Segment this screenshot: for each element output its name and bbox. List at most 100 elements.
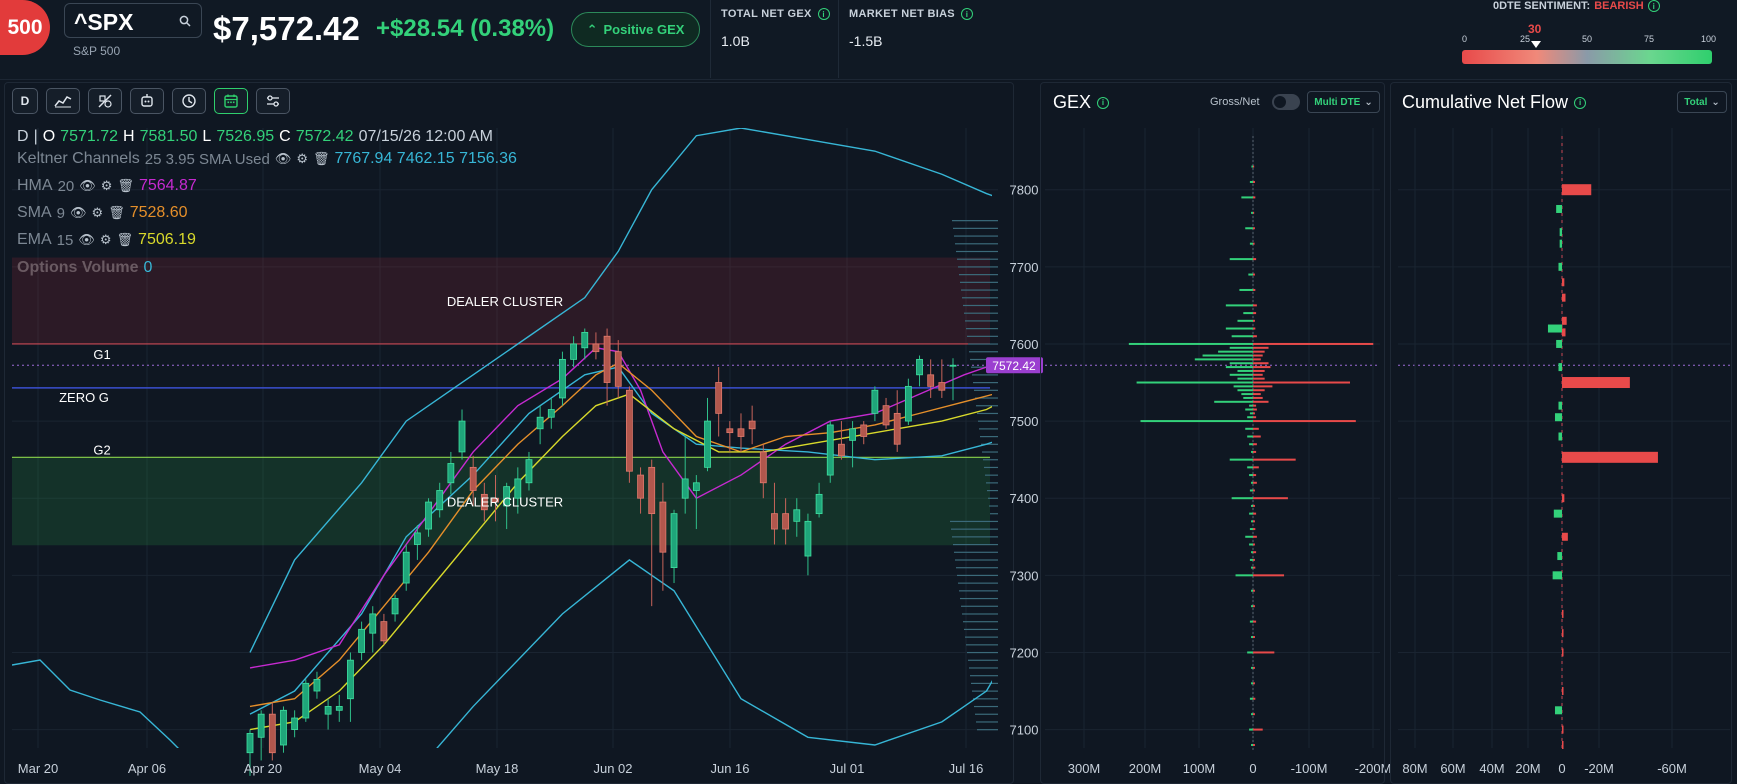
volume-profile-bar <box>960 281 998 283</box>
trash-icon[interactable]: 🗑 <box>117 232 134 248</box>
volume-profile-bar <box>953 227 998 229</box>
candle <box>737 428 745 437</box>
zero-g-label: ZERO G <box>59 390 109 405</box>
history-icon[interactable] <box>172 88 206 114</box>
volume-profile-bar <box>957 258 998 260</box>
volume-profile-bar <box>950 520 998 523</box>
gear-icon[interactable]: ⚙ <box>100 232 112 248</box>
info-icon[interactable]: i <box>1574 96 1587 109</box>
volume-profile-bar <box>952 536 998 538</box>
drawing-tools-icon[interactable] <box>88 88 122 114</box>
x-tick-label: Jun 16 <box>710 761 749 776</box>
candle <box>324 706 332 715</box>
eye-icon[interactable]: 👁 <box>78 232 95 248</box>
candle <box>447 463 455 484</box>
candle <box>759 451 767 484</box>
line-chart-icon[interactable] <box>46 88 80 114</box>
volume-profile-bar <box>990 513 998 515</box>
candle <box>904 385 912 422</box>
ohlc-date: 07/15/26 12:00 AM <box>358 128 493 145</box>
keltner-values: 7767.94 7462.15 7156.36 <box>334 150 517 167</box>
volume-profile-bar <box>958 266 998 268</box>
trash-icon[interactable]: 🗑 <box>108 205 125 221</box>
candle <box>291 717 299 730</box>
volume-profile-bar <box>969 667 998 669</box>
volume-profile-bar <box>956 567 998 569</box>
flow-title: Cumulative Net Flow i <box>1402 92 1587 113</box>
keltner-legend[interactable]: Keltner Channels 25 3.95 SMA Used 👁 ⚙ 🗑 776… <box>17 150 517 168</box>
y-tick-label: 7800 <box>1010 183 1039 198</box>
sma-value: 7528.60 <box>129 204 188 221</box>
y-tick-label: 7400 <box>1010 491 1039 506</box>
gear-icon[interactable]: ⚙ <box>296 151 308 167</box>
candle <box>369 613 377 634</box>
candle <box>592 343 600 353</box>
y-tick-label: 7600 <box>1010 337 1039 352</box>
g2-label: G2 <box>93 442 110 457</box>
dealer-cluster-label-bottom: DEALER CLUSTER <box>447 494 563 509</box>
candle <box>402 551 410 584</box>
volume-profile-bar <box>960 597 998 600</box>
volume-profile-bar <box>954 235 998 237</box>
hma-legend[interactable]: HMA 20 👁 ⚙ 🗑 7564.87 <box>17 177 197 195</box>
hma-value: 7564.87 <box>138 177 197 194</box>
ohlc-open: 7571.72 <box>60 128 119 145</box>
eye-icon[interactable]: 👁 <box>70 205 87 221</box>
volume-profile-bar <box>969 351 998 353</box>
candle <box>648 466 656 515</box>
keltner-lower-early <box>12 659 179 748</box>
candle <box>458 420 466 453</box>
candle <box>849 428 856 441</box>
candle <box>347 659 354 700</box>
ema-legend[interactable]: EMA 15 👁 ⚙ 🗑 7506.19 <box>17 231 196 249</box>
y-tick-label: 7200 <box>1010 645 1039 660</box>
ema-value: 7506.19 <box>138 231 196 248</box>
volume-profile-bar <box>987 489 998 492</box>
ohlc-legend: D | O 7571.72 H 7581.50 L 7526.95 C 7572.42 0… <box>17 128 493 145</box>
candle <box>280 709 287 746</box>
volume-profile-bar <box>971 682 998 685</box>
calendar-icon[interactable] <box>214 88 248 114</box>
candle <box>335 706 343 711</box>
gear-icon[interactable]: ⚙ <box>101 178 113 194</box>
volume-profile-bar <box>975 713 998 715</box>
ohlc-high: 7581.50 <box>139 128 198 145</box>
settings-sliders-icon[interactable] <box>256 88 290 114</box>
eye-icon[interactable]: 👁 <box>275 151 292 167</box>
volume-profile-bar <box>959 590 998 592</box>
toggle-knob <box>1274 96 1286 108</box>
candle <box>726 428 734 434</box>
volume-profile-bar <box>964 312 998 314</box>
timeframe-button[interactable]: D <box>12 88 38 114</box>
volume-profile-bar <box>961 605 998 607</box>
trash-icon[interactable]: 🗑 <box>313 151 330 167</box>
candle <box>882 405 890 426</box>
candle <box>748 420 756 430</box>
gross-net-toggle[interactable] <box>1272 94 1300 110</box>
candle <box>704 420 711 468</box>
candle <box>815 493 823 515</box>
x-tick-label: Jul 01 <box>830 761 865 776</box>
info-icon[interactable]: i <box>1097 96 1110 109</box>
g1-label: G1 <box>93 347 110 362</box>
candle <box>782 513 790 530</box>
ohlc-close: 7572.42 <box>295 128 354 145</box>
candle <box>469 466 477 491</box>
trash-icon[interactable]: 🗑 <box>117 178 134 194</box>
keltner-lower-line <box>436 559 992 748</box>
volume-profile-bar <box>956 250 998 253</box>
candle <box>681 478 689 499</box>
eye-icon[interactable]: 👁 <box>79 178 96 194</box>
volume-profile-bar <box>966 328 998 330</box>
candle <box>893 412 901 445</box>
total-dropdown[interactable]: Total ⌄ <box>1677 91 1727 113</box>
gear-icon[interactable]: ⚙ <box>92 205 104 221</box>
gex-title: GEX i <box>1053 92 1110 113</box>
candle <box>302 682 310 719</box>
volume-profile-bar <box>968 659 998 661</box>
x-tick-label: Apr 20 <box>244 761 282 776</box>
candle <box>949 364 957 367</box>
multi-dte-dropdown[interactable]: Multi DTE ⌄ <box>1307 91 1380 113</box>
bot-icon[interactable] <box>130 88 164 114</box>
sma-legend[interactable]: SMA 9 👁 ⚙ 🗑 7528.60 <box>17 204 188 222</box>
